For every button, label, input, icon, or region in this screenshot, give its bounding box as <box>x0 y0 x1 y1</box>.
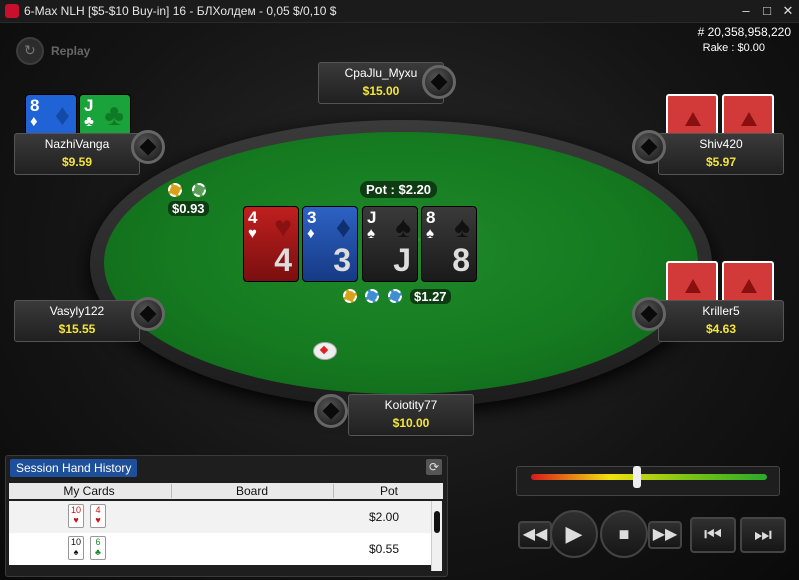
play-icon: ▶ <box>565 521 583 546</box>
seat-top-left[interactable]: NazhiVanga $9.59 <box>14 130 174 175</box>
rewind-button[interactable]: ◀◀ <box>518 521 552 549</box>
player-stack: $5.97 <box>705 155 737 169</box>
speed-slider-handle[interactable] <box>633 466 642 488</box>
history-table-header: My Cards Board Pot <box>9 483 443 499</box>
rewind-icon: ◀◀ <box>522 526 548 543</box>
maximize-icon[interactable]: □ <box>759 3 775 19</box>
history-pot: $0.55 <box>368 542 400 556</box>
player-avatar-icon <box>314 394 348 428</box>
hand-history-panel: Session Hand History ⟳ My Cards Board Po… <box>5 455 448 577</box>
card-suit: ♠ <box>426 225 434 242</box>
speed-slider[interactable] <box>516 466 780 496</box>
app-logo-icon <box>5 4 19 18</box>
card-suit-large: ♦ <box>335 211 351 244</box>
close-icon[interactable]: ✕ <box>780 3 796 19</box>
card-suit-large: ♠ <box>395 211 411 244</box>
player-avatar-icon <box>131 297 165 331</box>
chip-icon <box>388 289 402 303</box>
seat-top[interactable]: CpaJlu_Myxu $15.00 <box>318 60 478 104</box>
speed-slider-track <box>531 474 767 480</box>
player-name: Koiotity77 <box>384 398 438 412</box>
card-suit: ♦ <box>307 225 315 242</box>
skip-to-end-button[interactable]: ⏭ <box>740 517 786 553</box>
card-suit: ♦ <box>30 113 38 130</box>
card-suit: ♣ <box>84 113 94 130</box>
bet-amount-koiotity77: $1.27 <box>410 289 451 304</box>
player-name: Vasyly122 <box>49 304 105 318</box>
card-rank-large: J <box>393 242 411 278</box>
fast-forward-icon: ▶▶ <box>652 526 678 543</box>
board-card-1: 4 ♥ ♥ 4 <box>243 206 299 282</box>
history-pot: $2.00 <box>368 510 400 524</box>
replay-label: Replay <box>51 44 91 58</box>
replay-button[interactable]: ↻ <box>16 37 44 65</box>
pot-label: Pot : $2.20 <box>360 181 438 198</box>
table-row[interactable]: 10 ♠ 6 ♣ $0.55 <box>9 533 433 565</box>
player-avatar-icon <box>632 297 666 331</box>
player-stack: $9.59 <box>61 155 93 169</box>
rake-label: Rake : $0.00 <box>702 42 765 54</box>
board-card-3: J ♠ ♠ J <box>362 206 418 282</box>
seat-mid-right[interactable]: Kriller5 $4.63 <box>632 297 792 342</box>
chip-icon <box>365 289 379 303</box>
window-title: 6-Max NLH [$5-$10 Buy-in] 16 - БЛХолдем … <box>24 4 337 18</box>
player-stack: $4.63 <box>705 322 737 336</box>
player-avatar-icon <box>422 65 456 99</box>
card-suit: ♠ <box>367 225 375 242</box>
hand-number: # 20,358,958,220 <box>697 25 791 39</box>
play-button[interactable]: ▶ <box>550 510 598 558</box>
window-titlebar: 6-Max NLH [$5-$10 Buy-in] 16 - БЛХолдем … <box>0 0 799 23</box>
card-rank-large: 8 <box>452 242 470 278</box>
scrollbar-thumb[interactable] <box>434 511 440 533</box>
board-card-4: 8 ♠ ♠ 8 <box>421 206 477 282</box>
bet-amount-nazhivanga: $0.93 <box>168 201 209 216</box>
history-card: 10 ♠ <box>68 536 84 560</box>
chip-icon <box>192 183 206 197</box>
stop-icon: ■ <box>618 524 630 544</box>
card-suit-large: ♣ <box>104 99 124 132</box>
seat-mid-left[interactable]: Vasyly122 $15.55 <box>14 297 174 342</box>
seat-top-right[interactable]: Shiv420 $5.97 <box>632 130 792 175</box>
skip-to-end-icon: ⏭ <box>754 524 772 546</box>
history-card: 6 ♣ <box>90 536 106 560</box>
hero-card-2: J ♣ ♣ <box>79 94 131 136</box>
player-avatar-icon <box>632 130 666 164</box>
hand-history-tab[interactable]: Session Hand History <box>10 459 138 477</box>
column-header-pot: Pot <box>333 484 444 498</box>
hero-card-1: 8 ♦ ♦ <box>25 94 77 136</box>
minimize-icon[interactable]: – <box>738 3 754 19</box>
player-stack: $10.00 <box>392 416 430 430</box>
seat-bottom[interactable]: Koiotity77 $10.00 <box>314 392 474 436</box>
player-name: Shiv420 <box>699 137 743 151</box>
player-stack: $15.55 <box>58 322 96 336</box>
history-card: 4 ♥ <box>90 504 106 528</box>
dealer-button-icon <box>313 342 337 360</box>
player-name: NazhiVanga <box>44 137 110 151</box>
card-suit-large: ♦ <box>54 99 70 132</box>
card-rank-large: 3 <box>333 242 351 278</box>
replay-icon: ↻ <box>24 42 36 58</box>
chip-icon <box>168 183 182 197</box>
board-card-2: 3 ♦ ♦ 3 <box>302 206 358 282</box>
card-rank-large: 4 <box>274 242 292 278</box>
skip-to-start-button[interactable]: ⏮ <box>690 517 736 553</box>
card-suit: ♥ <box>248 225 257 242</box>
column-header-board: Board <box>171 484 332 498</box>
skip-to-start-icon: ⏮ <box>704 524 722 546</box>
table-row[interactable]: 10 ♥ 4 ♥ $2.00 <box>9 501 433 533</box>
stop-button[interactable]: ■ <box>600 510 648 558</box>
refresh-icon[interactable]: ⟳ <box>426 459 442 475</box>
chip-icon <box>343 289 357 303</box>
player-name: Kriller5 <box>702 304 740 318</box>
card-suit-large: ♥ <box>274 211 292 244</box>
fast-forward-button[interactable]: ▶▶ <box>648 521 682 549</box>
card-suit-large: ♠ <box>454 211 470 244</box>
history-card: 10 ♥ <box>68 504 84 528</box>
player-avatar-icon <box>131 130 165 164</box>
history-scrollbar[interactable] <box>431 501 442 571</box>
column-header-my-cards: My Cards <box>63 484 115 498</box>
